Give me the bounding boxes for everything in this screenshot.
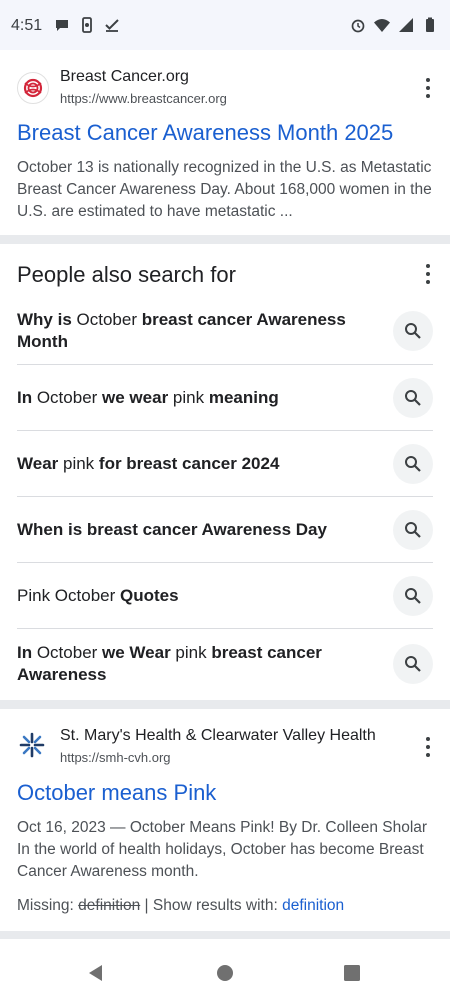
wifi-icon [374,19,390,32]
smh-cvh-favicon[interactable] [17,730,47,760]
related-search-item[interactable]: In October we Wear pink breast cancer Aw… [17,629,433,699]
section-divider [0,235,450,244]
related-search-text: In October we wear pink meaning [17,387,357,409]
related-search-item[interactable]: In October we wear pink meaning [17,365,433,431]
missing-label: Missing: [17,897,74,914]
search-icon[interactable] [393,644,433,684]
query-term: October [32,387,103,407]
matched-term: for breast cancer 2024 [98,453,280,473]
result-title-link[interactable]: Breast Cancer Awareness Month 2025 [17,120,393,146]
search-icon[interactable] [393,575,433,616]
section-divider [0,700,450,709]
related-search-text: Pink October Quotes [17,585,357,607]
query-term: Pink October [17,585,120,605]
search-icon[interactable] [393,443,433,484]
query-term: October [71,310,142,329]
status-left-icons [54,17,120,33]
related-search-text: In October we Wear pink breast cancer Aw… [17,642,357,686]
search-icon[interactable] [393,509,433,550]
show-results-link[interactable]: definition [282,897,344,914]
related-search-item[interactable]: When is breast cancer Awareness Day [17,497,433,563]
recents-icon[interactable] [342,963,362,983]
status-time: 4:51 [11,17,43,34]
search-result: Breast Cancer.org https://www.breastcanc… [0,50,450,235]
search-result: St. Mary's Health & Clearwater Valley He… [0,709,450,931]
search-icon[interactable] [393,311,433,351]
query-term: pink [168,387,209,407]
alarm-icon [351,19,365,33]
matched-term: In [17,387,33,407]
site-url[interactable]: https://www.breastcancer.org [60,91,227,106]
matched-term: Quotes [120,585,179,605]
result-snippet: Oct 16, 2023 — October Means Pink! By Dr… [17,819,428,880]
query-term: October [32,643,103,662]
missing-term: definition [78,897,141,914]
more-options-icon[interactable] [422,264,434,284]
query-term: pink [58,453,99,473]
battery-icon [426,17,434,32]
checkmark-icon [105,19,119,32]
matched-term: Wear [17,453,59,473]
related-search-text: Why is October breast cancer Awareness M… [17,309,357,353]
ribbon-logo-icon [23,78,43,98]
home-icon[interactable] [215,963,235,983]
site-name[interactable]: Breast Cancer.org [60,68,189,86]
matched-term: When is breast cancer Awareness Day [17,519,327,539]
system-navigation-bar [0,945,450,1000]
section-heading: People also search for [17,262,236,287]
asterisk-logo-icon [19,732,45,758]
result-snippet: October 13 is nationally recognized in t… [17,159,432,220]
query-term: pink [170,643,212,662]
show-results-label: | Show results with: [144,897,278,914]
related-search-item[interactable]: Wear pink for breast cancer 2024 [17,431,433,497]
related-search-text: Wear pink for breast cancer 2024 [17,453,357,475]
site-url[interactable]: https://smh-cvh.org [60,750,171,765]
phone-sync-icon [82,17,92,33]
result-title-link[interactable]: October means Pink [17,780,216,806]
matched-term: we Wear [102,643,171,662]
search-icon[interactable] [393,377,433,418]
back-icon[interactable] [86,963,106,983]
matched-term: Why is [17,310,72,329]
more-options-icon[interactable] [422,78,434,98]
related-search-item[interactable]: Pink October Quotes [17,563,433,629]
missing-terms-line: Missing: definition | Show results with:… [17,897,344,915]
matched-term: meaning [208,387,279,407]
chat-bubble-icon [56,20,68,31]
site-name[interactable]: St. Mary's Health & Clearwater Valley He… [60,727,376,745]
status-right-icons [350,17,438,33]
matched-term: we wear [102,387,169,407]
related-search-text: When is breast cancer Awareness Day [17,519,357,541]
matched-term: In [17,643,33,662]
more-options-icon[interactable] [422,737,434,757]
related-search-item[interactable]: Why is October breast cancer Awareness M… [17,298,433,365]
section-divider [0,931,450,939]
breastcancer-favicon[interactable] [17,72,49,104]
status-bar: 4:51 [0,0,450,50]
signal-icon [399,18,413,32]
